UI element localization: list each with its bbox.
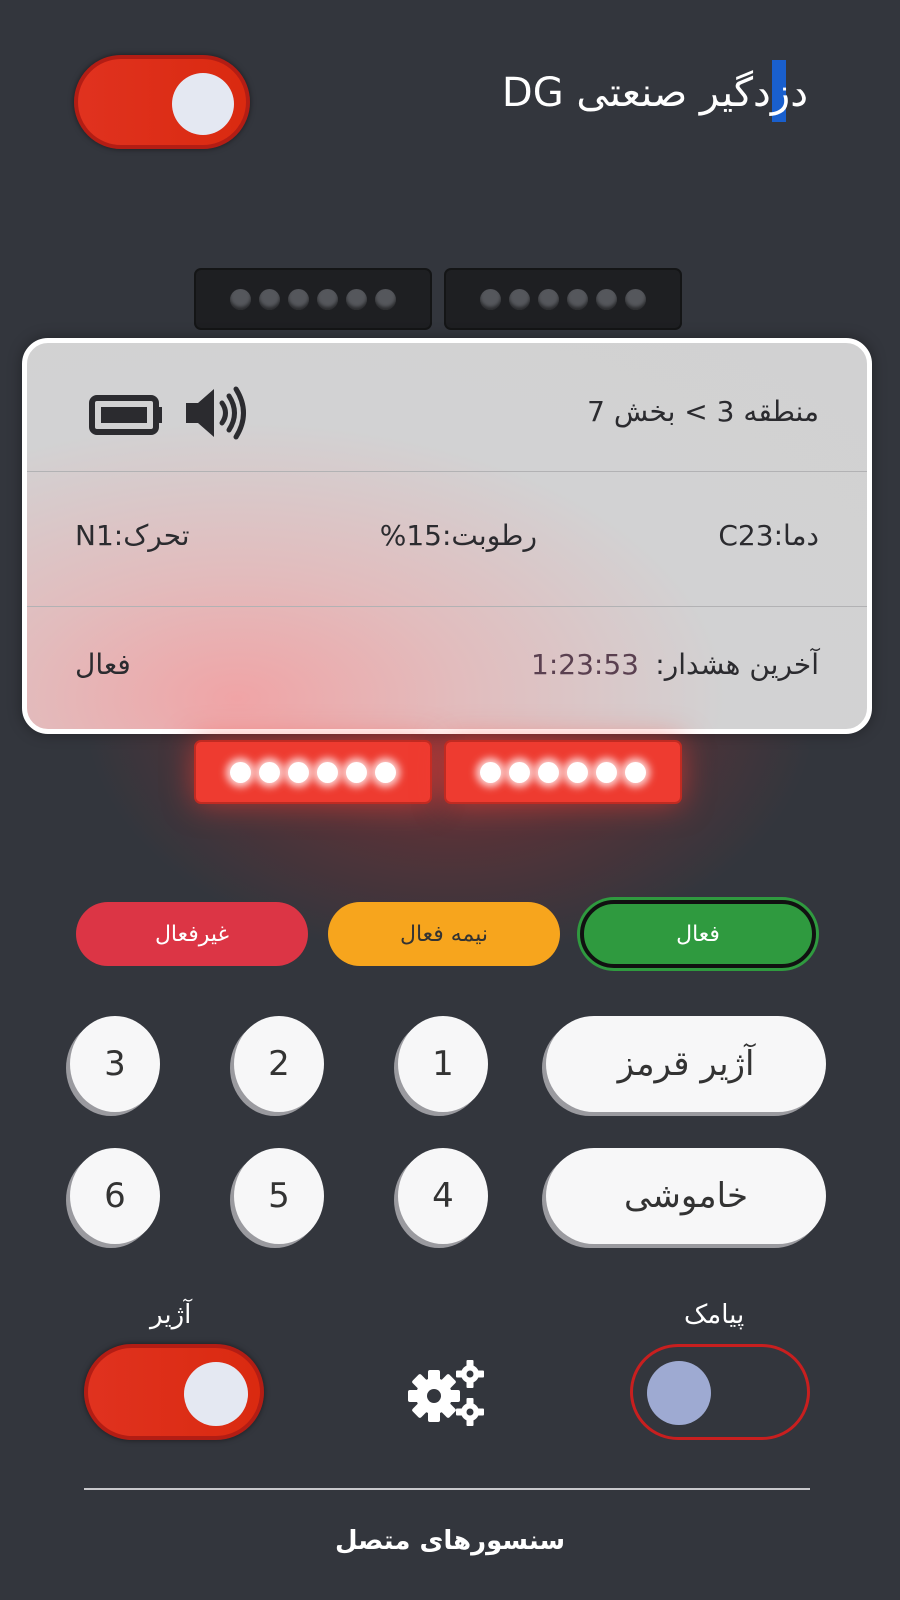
last-alarm-time: 1:23:53 [531,648,639,681]
motion-value: تحرک:N1 [75,519,190,552]
key-2[interactable]: 2 [234,1016,324,1112]
app-title-text: دزدگیر صنعتی DG [501,70,808,116]
toggle-knob [172,73,234,135]
key-1[interactable]: 1 [398,1016,488,1112]
app-title: دزدگیر صنعتی DG [501,60,808,122]
led-bar-bottom-left [194,740,432,804]
key-5[interactable]: 5 [234,1148,324,1244]
mode-half-button[interactable]: نیمه فعال [328,902,560,966]
led-bar-top-left [194,268,432,330]
power-toggle[interactable] [74,55,250,149]
mode-inactive-button[interactable]: غیرفعال [76,902,308,966]
siren-label: آژیر [150,1300,192,1330]
toggle-knob [184,1362,248,1426]
red-siren-button[interactable]: آژیر قرمز [546,1016,826,1112]
zone-location: منطقه 3 > بخش 7 [587,395,819,428]
key-3[interactable]: 3 [70,1016,160,1112]
panel-row-location: منطقه 3 > بخش 7 [27,343,867,472]
temperature-value: دما:C23 [718,519,819,552]
speaker-icon [182,383,252,447]
humidity-value: رطوبت:15% [379,519,537,552]
led-bar-bottom-right [444,740,682,804]
last-alarm-label: آخرین هشدار: [655,648,819,681]
connected-sensors-title: سنسورهای متصل [334,1526,566,1556]
silence-button[interactable]: خاموشی [546,1148,826,1244]
key-6[interactable]: 6 [70,1148,160,1244]
divider [84,1488,810,1490]
sms-label: پیامک [684,1300,745,1330]
key-4[interactable]: 4 [398,1148,488,1244]
battery-icon [89,395,165,439]
settings-gear-icon[interactable] [406,1356,488,1428]
toggle-knob [647,1361,711,1425]
panel-row-sensors: دما:C23 رطوبت:15% تحرک:N1 [27,471,867,607]
sms-toggle[interactable] [630,1344,810,1440]
status-panel: منطقه 3 > بخش 7 دما:C23 رطوبت:15% تحرک:N… [22,338,872,734]
led-bar-top-right [444,268,682,330]
panel-row-alarm: آخرین هشدار: 1:23:53 فعال [27,606,867,729]
mode-active-button[interactable]: فعال [580,900,816,968]
alarm-status: فعال [75,648,131,681]
siren-toggle[interactable] [84,1344,264,1440]
